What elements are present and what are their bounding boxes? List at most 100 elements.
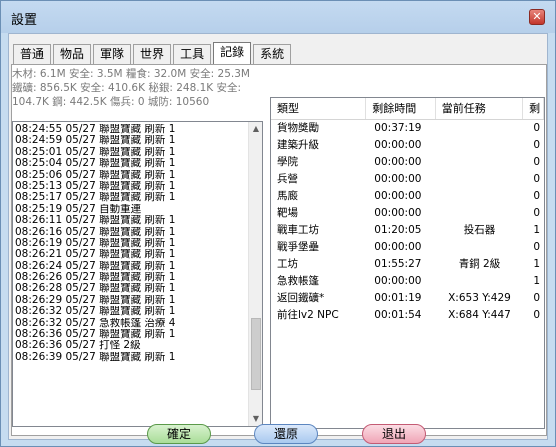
iron-safe: 安全: 410.6K	[80, 82, 145, 94]
mithril-total: 秘銀: 248.1K	[148, 82, 214, 94]
close-button[interactable]: ✕	[529, 9, 545, 25]
log-line[interactable]: 08:26:21 05/27 聯盟寶藏 刷新 1	[15, 249, 247, 260]
log-line[interactable]: 08:24:59 05/27 聯盟寶藏 刷新 1	[15, 135, 247, 146]
log-line[interactable]: 08:26:36 05/27 打怪 2級	[15, 340, 247, 351]
task-table-header: 類型 剩餘時間 當前任務 剩	[271, 98, 544, 120]
table-row[interactable]: 學院 00:00:00 0	[271, 154, 544, 171]
table-row[interactable]: 靶場 00:00:00 0	[271, 205, 544, 222]
wood-safe: 安全: 3.5M	[68, 68, 123, 80]
cell-type: 戰爭堡壘	[277, 241, 319, 253]
cell-remaining: 0	[533, 241, 540, 253]
table-row[interactable]: 返回鐵礦* 00:01:19 X:653 Y:429 0	[271, 290, 544, 307]
cell-task: X:684 Y:447	[448, 309, 511, 321]
wounded-count: 傷兵: 0	[109, 96, 145, 108]
mithril-safe-value: 104.7K	[12, 96, 49, 108]
log-line[interactable]: 08:25:17 05/27 聯盟寶藏 刷新 1	[15, 192, 247, 203]
tab-army[interactable]: 軍隊	[93, 44, 132, 64]
table-row[interactable]: 急救帳篷 00:00:00 1	[271, 273, 544, 290]
cell-remaining: 0	[533, 173, 540, 185]
cell-time: 00:00:00	[374, 156, 422, 168]
log-line[interactable]: 08:26:11 05/27 聯盟寶藏 刷新 1	[15, 215, 247, 226]
client-area: 普通 物品 軍隊 世界 工具 記錄 系統 木材: 6.1M 安全: 3.5M 糧…	[8, 33, 548, 444]
table-row[interactable]: 工坊 01:55:27 青銅 2級 1	[271, 256, 544, 273]
scroll-up-arrow-icon[interactable]: ▲	[249, 122, 262, 136]
column-header-type[interactable]: 類型	[271, 98, 367, 119]
cell-time: 00:00:00	[374, 173, 422, 185]
log-listbox[interactable]: 08:24:55 05/27 聯盟寶藏 刷新 1 08:24:59 05/27 …	[12, 121, 263, 427]
cell-type: 返回鐵礦*	[277, 292, 325, 304]
log-line[interactable]: 08:25:19 05/27 自動重連	[15, 204, 247, 215]
cell-task: X:653 Y:429	[448, 292, 511, 304]
log-line[interactable]: 08:26:24 05/27 聯盟寶藏 刷新 1	[15, 261, 247, 272]
log-line[interactable]: 08:26:36 05/27 聯盟寶藏 刷新 1	[15, 329, 247, 340]
tab-strip: 普通 物品 軍隊 世界 工具 記錄 系統	[13, 42, 293, 64]
log-line[interactable]: 08:25:06 05/27 聯盟寶藏 刷新 1	[15, 170, 247, 181]
table-row[interactable]: 建築升級 00:00:00 0	[271, 137, 544, 154]
cell-remaining: 0	[533, 292, 540, 304]
table-row[interactable]: 戰車工坊 01:20:05 投石器 1	[271, 222, 544, 239]
log-line[interactable]: 08:26:29 05/27 聯盟寶藏 刷新 1	[15, 295, 247, 306]
cell-time: 00:00:00	[374, 139, 422, 151]
cell-time: 00:01:54	[374, 309, 422, 321]
table-row[interactable]: 前往lv2 NPC 00:01:54 X:684 Y:447 0	[271, 307, 544, 324]
cell-remaining: 0	[533, 139, 540, 151]
cell-remaining: 0	[533, 156, 540, 168]
cell-task	[436, 205, 523, 222]
mithril-safe-label: 安全:	[216, 82, 242, 94]
log-line[interactable]: 08:26:19 05/27 聯盟寶藏 刷新 1	[15, 238, 247, 249]
confirm-button[interactable]: 確定	[147, 424, 211, 444]
cell-remaining: 1	[533, 258, 540, 270]
cell-task	[436, 273, 523, 290]
cell-time: 00:01:19	[374, 292, 422, 304]
scroll-thumb[interactable]	[251, 318, 261, 390]
log-line[interactable]: 08:26:16 05/27 聯盟寶藏 刷新 1	[15, 227, 247, 238]
log-line[interactable]: 08:25:04 05/27 聯盟寶藏 刷新 1	[15, 158, 247, 169]
wood-total: 木材: 6.1M	[12, 68, 66, 80]
cell-task: 投石器	[463, 224, 496, 236]
tab-general[interactable]: 普通	[13, 44, 52, 64]
exit-button[interactable]: 退出	[362, 424, 426, 444]
log-tab-panel: 木材: 6.1M 安全: 3.5M 糧食: 32.0M 安全: 25.3M 鐵礦…	[11, 64, 547, 436]
cell-remaining: 0	[533, 190, 540, 202]
log-line[interactable]: 08:25:01 05/27 聯盟寶藏 刷新 1	[15, 147, 247, 158]
cell-type: 戰車工坊	[277, 224, 319, 236]
cell-time: 00:00:00	[374, 275, 422, 287]
cell-task	[436, 154, 523, 171]
tab-world[interactable]: 世界	[133, 44, 172, 64]
cell-task	[436, 171, 523, 188]
resource-line-3: 104.7K 鋼: 442.5K 傷兵: 0 城防: 10560	[12, 95, 262, 109]
log-line[interactable]: 08:26:32 05/27 急救帳篷 治療 4	[15, 318, 247, 329]
column-header-current-task[interactable]: 當前任務	[436, 98, 524, 119]
title-bar[interactable]: 設置 ✕	[1, 1, 555, 33]
log-line[interactable]: 08:24:55 05/27 聯盟寶藏 刷新 1	[15, 124, 247, 135]
table-row[interactable]: 戰爭堡壘 00:00:00 0	[271, 239, 544, 256]
resource-summary: 木材: 6.1M 安全: 3.5M 糧食: 32.0M 安全: 25.3M 鐵礦…	[12, 67, 262, 111]
log-line[interactable]: 08:26:28 05/27 聯盟寶藏 刷新 1	[15, 283, 247, 294]
table-row[interactable]: 兵營 00:00:00 0	[271, 171, 544, 188]
log-line[interactable]: 08:26:32 05/27 聯盟寶藏 刷新 1	[15, 306, 247, 317]
log-line[interactable]: 08:26:39 05/27 聯盟寶藏 刷新 1	[15, 352, 247, 363]
log-line[interactable]: 08:25:13 05/27 聯盟寶藏 刷新 1	[15, 181, 247, 192]
cell-type: 馬廄	[277, 190, 298, 202]
tab-log[interactable]: 記錄	[213, 42, 252, 64]
cell-time: 00:00:00	[374, 190, 422, 202]
resource-line-1: 木材: 6.1M 安全: 3.5M 糧食: 32.0M 安全: 25.3M	[12, 67, 262, 81]
column-header-remaining-time[interactable]: 剩餘時間	[366, 98, 436, 119]
steel-total: 鋼: 442.5K	[52, 96, 107, 108]
cell-type: 工坊	[277, 258, 298, 270]
restore-button[interactable]: 還原	[254, 424, 318, 444]
tab-tools[interactable]: 工具	[173, 44, 212, 64]
cell-task	[436, 188, 523, 205]
cell-type: 前往lv2 NPC	[277, 309, 339, 321]
city-defense: 城防: 10560	[147, 96, 210, 108]
cell-time: 00:00:00	[374, 207, 422, 219]
cell-task	[436, 137, 523, 154]
cell-type: 學院	[277, 156, 298, 168]
table-row[interactable]: 貨物獎勵 00:37:19 0	[271, 120, 544, 137]
log-scrollbar[interactable]: ▲ ▼	[248, 122, 262, 426]
tab-items[interactable]: 物品	[53, 44, 92, 64]
table-row[interactable]: 馬廄 00:00:00 0	[271, 188, 544, 205]
column-header-remaining[interactable]: 剩	[523, 98, 544, 119]
log-line[interactable]: 08:26:26 05/27 聯盟寶藏 刷新 1	[15, 272, 247, 283]
tab-system[interactable]: 系統	[253, 44, 292, 64]
